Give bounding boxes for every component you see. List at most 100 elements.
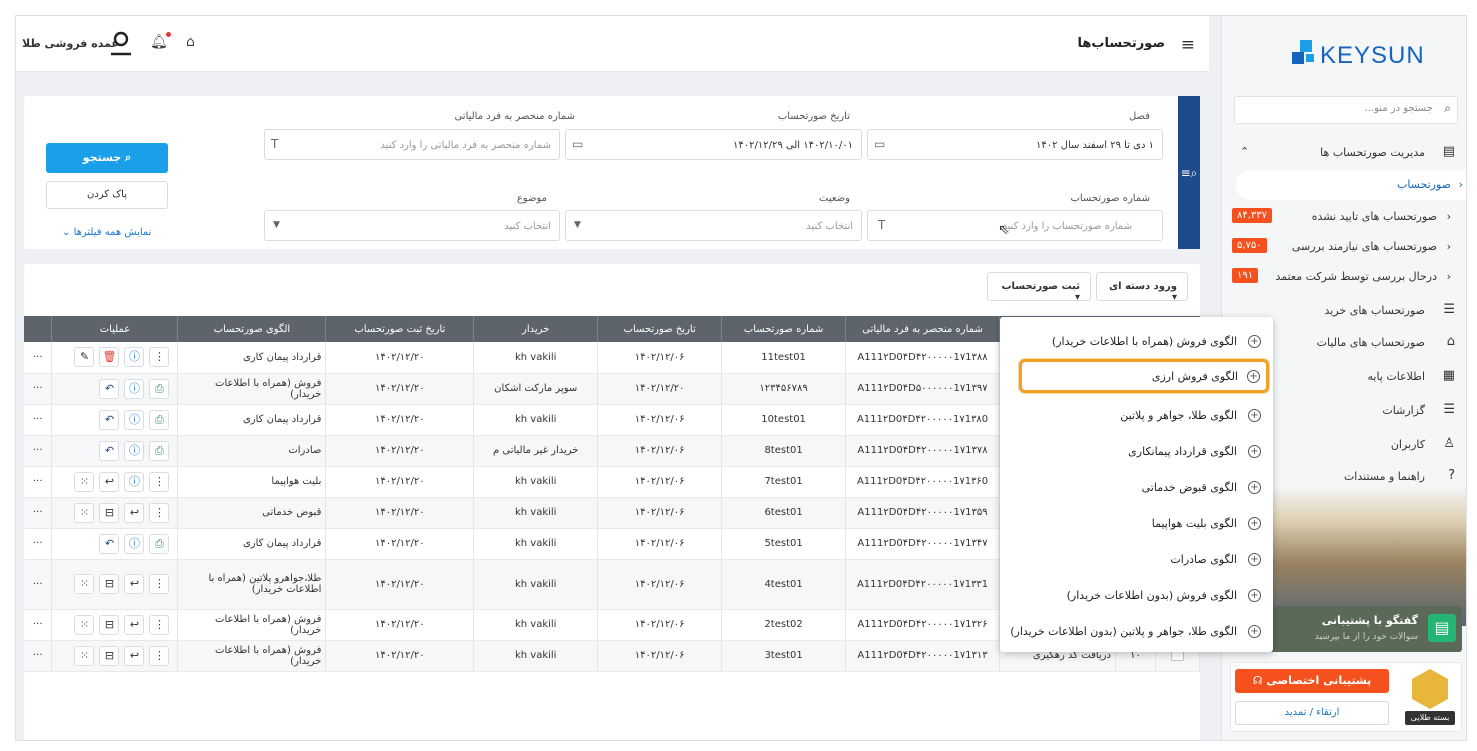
menu-item-label: الگوی فروش (همراه با اطلاعات خریدار) — [1051, 335, 1237, 348]
info-icon[interactable]: ⓘ — [124, 440, 145, 461]
cell-inv-date: ۱۴۰۲/۱۲/۰۶ — [597, 559, 723, 610]
dots-grid-icon[interactable]: ⁙ — [74, 574, 95, 594]
chevron-up-icon: ⌃ — [1240, 145, 1250, 158]
dots-grid-icon[interactable]: ⁙ — [74, 614, 95, 635]
info-icon[interactable]: ⓘ — [124, 347, 145, 368]
plan-label: بسته طلایی — [1405, 711, 1455, 725]
hamburger-icon[interactable]: ≡ — [1181, 35, 1195, 55]
row-more-icon[interactable]: ··· — [24, 466, 53, 498]
menu-search-input[interactable]: ⌕ جستجو در منو... — [1234, 96, 1458, 124]
cell-inv-no: 8test01 — [721, 435, 847, 467]
trash-icon[interactable]: 🗑︎ — [99, 347, 120, 368]
chat-icon: ▤ — [1428, 614, 1456, 642]
menu-item-sales-with-buyer[interactable]: + الگوی فروش (همراه با اطلاعات خریدار) — [1000, 325, 1273, 361]
taxid-input[interactable]: شماره منحصر به فرد مالیاتی را وارد کنید … — [264, 129, 560, 160]
season-select[interactable]: ۱ دی تا ۲۹ اسفند سال ۱۴۰۲ ▭ — [867, 129, 1163, 160]
return-icon[interactable]: ↩ — [124, 645, 145, 666]
sidebar-item-unconfirmed[interactable]: ‹ صورتحساب های تایید نشده ۸۴,۳۳۷ — [1222, 202, 1466, 232]
menu-item-label: الگوی صادرات — [1170, 553, 1237, 566]
row-more-icon[interactable]: ··· — [24, 559, 53, 610]
sidebar-item-trusted-review[interactable]: ‹ درحال بررسی توسط شرکت معتمد ۱۹۱ — [1222, 262, 1466, 292]
search-button-label: جستجو — [82, 151, 122, 164]
user-name[interactable]: عمده فروشی طلا — [22, 37, 119, 50]
print-icon[interactable]: ⎙ — [149, 533, 170, 554]
row-more-icon[interactable]: ··· — [24, 497, 53, 529]
return-icon[interactable]: ↩ — [124, 502, 145, 523]
row-more-icon[interactable]: ··· — [24, 640, 53, 672]
print-icon[interactable]: ⎙ — [149, 409, 170, 430]
cell-reg-date: ۱۴۰۲/۱۲/۲۰ — [325, 559, 475, 610]
row-more-icon[interactable]: ··· — [24, 435, 53, 467]
return-icon[interactable]: ↩ — [124, 614, 145, 635]
tray-icon[interactable]: ⊟ — [99, 502, 120, 523]
cell-inv-no: 10test01 — [721, 404, 847, 436]
menu-item-airline-ticket[interactable]: + الگوی بلیت هواپیما — [1000, 507, 1273, 543]
info-icon[interactable]: ⓘ — [124, 378, 145, 399]
dedicated-support-button[interactable]: ☊ پشتیبانی اختصاصی — [1235, 669, 1389, 693]
kebab-icon[interactable]: ⋮ — [149, 614, 170, 635]
status-label: وضعیت — [819, 193, 850, 204]
status-select[interactable]: انتخاب کنید ▼ — [565, 210, 862, 241]
undo-icon[interactable]: ↶ — [99, 533, 120, 554]
filter-toggle[interactable]: ≡⌕ — [1178, 96, 1200, 249]
invoice-number-input[interactable]: شماره صورتحساب را وارد کنید T — [867, 210, 1163, 241]
sidebar-item-invoice-management[interactable]: ▤ مدیریت صورتحساب ها ⌃ — [1222, 138, 1466, 168]
menu-search-placeholder: جستجو در منو... — [1364, 103, 1433, 114]
sidebar-item-invoice[interactable]: ‹ صورتحساب — [1236, 170, 1466, 200]
dots-grid-icon[interactable]: ⁙ — [74, 471, 95, 492]
menu-item-gold[interactable]: + الگوی طلا، جواهر و پلاتین — [1000, 399, 1273, 435]
bell-icon[interactable]: 🔔︎ — [150, 32, 171, 50]
date-range-input[interactable]: ۱۴۰۲/۱۰/۰۱ الی ۱۴۰۲/۱۲/۲۹ ▭ — [565, 129, 862, 160]
menu-item-gold-without-buyer[interactable]: + الگوی طلا، جواهر و پلاتین (بدون اطلاعات… — [1000, 615, 1273, 651]
tray-icon[interactable]: ⊟ — [99, 574, 120, 594]
return-icon[interactable]: ↩ — [124, 574, 145, 594]
print-icon[interactable]: ⎙ — [149, 440, 170, 461]
kebab-icon[interactable]: ⋮ — [149, 645, 170, 666]
col-actions: عملیات — [51, 316, 179, 342]
pencil-icon[interactable]: ✎ — [74, 347, 95, 368]
dots-grid-icon[interactable]: ⁙ — [74, 645, 95, 666]
kebab-icon[interactable]: ⋮ — [149, 502, 170, 523]
taxid-label: شماره منحصر به فرد مالیاتی — [454, 111, 575, 122]
count-badge: ۱۹۱ — [1232, 268, 1259, 283]
undo-icon[interactable]: ↶ — [99, 378, 120, 399]
register-invoice-button[interactable]: ثبت صورتحساب ▾ — [987, 272, 1091, 303]
row-more-icon[interactable]: ··· — [24, 404, 53, 436]
logo-mark — [1300, 40, 1312, 52]
kebab-icon[interactable]: ⋮ — [149, 574, 170, 594]
batch-import-button[interactable]: ورود دسته ای ▾ — [1096, 272, 1188, 303]
menu-item-contract[interactable]: + الگوی قرارداد پیمانکاری — [1000, 435, 1273, 471]
col-buyer: خریدار — [473, 316, 599, 342]
return-icon[interactable]: ↩ — [99, 471, 120, 492]
user-icon[interactable] — [108, 30, 134, 56]
cell-inv-date: ۱۴۰۲/۱۲/۰۶ — [597, 404, 723, 436]
info-icon[interactable]: ⓘ — [124, 409, 145, 430]
dots-grid-icon[interactable]: ⁙ — [74, 502, 95, 523]
kebab-icon[interactable]: ⋮ — [149, 347, 170, 368]
search-button[interactable]: جستجو ⌕ — [46, 143, 168, 173]
menu-item-export[interactable]: + الگوی صادرات — [1000, 543, 1273, 579]
subject-select[interactable]: انتخاب کنید ▼ — [264, 210, 560, 241]
row-more-icon[interactable]: ··· — [24, 528, 53, 560]
cell-buyer: kh vakili — [473, 609, 599, 641]
print-icon[interactable]: ⎙ — [149, 378, 170, 399]
info-icon[interactable]: ⓘ — [124, 533, 145, 554]
home-icon[interactable]: ⌂ — [186, 34, 195, 50]
chevron-left-icon: ‹ — [1446, 270, 1451, 283]
menu-item-utility-bills[interactable]: + الگوی قبوض خدماتی — [1000, 471, 1273, 507]
menu-item-fx-sales[interactable]: + الگوی فروش ارزی — [1019, 359, 1269, 393]
tray-icon[interactable]: ⊟ — [99, 614, 120, 635]
kebab-icon[interactable]: ⋮ — [149, 471, 170, 492]
tray-icon[interactable]: ⊟ — [99, 645, 120, 666]
show-all-filters-link[interactable]: نمایش همه فیلترها ⌄ — [62, 227, 151, 238]
undo-icon[interactable]: ↶ — [99, 409, 120, 430]
info-icon[interactable]: ⓘ — [124, 471, 145, 492]
upgrade-button[interactable]: ارتقاء / تمدید — [1235, 701, 1389, 725]
menu-item-sales-without-buyer[interactable]: + الگوی فروش (بدون اطلاعات خریدار) — [1000, 579, 1273, 615]
row-more-icon[interactable]: ··· — [24, 342, 53, 374]
row-more-icon[interactable]: ··· — [24, 609, 53, 641]
row-more-icon[interactable]: ··· — [24, 373, 53, 405]
sidebar-item-needs-review[interactable]: ‹ صورتحساب های نیازمند بررسی ۵,۷۵۰ — [1222, 232, 1466, 262]
clear-button[interactable]: پاک کردن — [46, 181, 168, 209]
undo-icon[interactable]: ↶ — [99, 440, 120, 461]
